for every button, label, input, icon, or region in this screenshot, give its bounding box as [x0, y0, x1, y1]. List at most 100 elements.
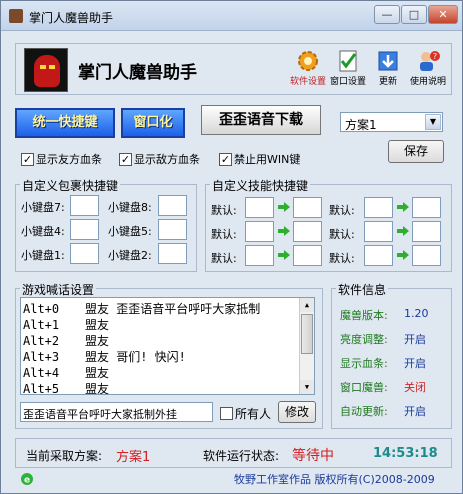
- run-state-value: 等待中: [292, 448, 334, 464]
- show-enemy-hp-label: 显示敌方血条: [134, 153, 200, 166]
- demon-logo-icon: [24, 48, 68, 92]
- shout-message-input[interactable]: 歪歪语音平台呼吁大家抵制外挂: [20, 402, 213, 422]
- skill-custom-input[interactable]: [412, 245, 441, 266]
- software-info-title: 软件信息: [336, 281, 389, 298]
- title-bar[interactable]: 掌门人魔兽助手 — □ ✕: [1, 1, 462, 31]
- info-value: 开启: [404, 357, 426, 370]
- close-button[interactable]: ✕: [428, 5, 458, 24]
- info-label: 窗口魔兽:: [340, 381, 388, 394]
- main-window: 掌门人魔兽助手 — □ ✕ 掌门人魔兽助手 软件设置 窗口设置 更新 ? 使用说…: [0, 0, 463, 494]
- shout-line: Alt+3 盟友 哥们! 快闪!: [23, 350, 186, 364]
- window-settings-button[interactable]: 窗口设置: [328, 48, 368, 94]
- skill-default-label: 默认:: [211, 228, 237, 241]
- copyright-text: 牧野工作室作品 版权所有(C)2008-2009: [234, 473, 435, 486]
- skill-default-input[interactable]: [245, 245, 274, 266]
- windowed-button[interactable]: 窗口化: [121, 108, 185, 138]
- numpad2-label: 小键盘2:: [108, 249, 152, 262]
- skill-hotkeys-title: 自定义技能快捷键: [210, 177, 311, 194]
- current-scheme-value: 方案1: [116, 450, 151, 465]
- checkbox-check-icon[interactable]: ✓: [21, 152, 34, 166]
- shout-messages-textarea[interactable]: Alt+0 盟友 歪歪语音平台呼吁大家抵制 Alt+1 盟友 Alt+2 盟友 Alt…: [20, 297, 315, 395]
- info-value: 开启: [404, 333, 426, 346]
- skill-default-input[interactable]: [364, 197, 393, 218]
- instructions-button[interactable]: ? 使用说明: [408, 48, 448, 94]
- skill-default-input[interactable]: [364, 221, 393, 242]
- numpad7-input[interactable]: [70, 195, 99, 216]
- arrow-right-icon: [278, 202, 290, 212]
- arrow-right-icon: [278, 250, 290, 260]
- checkbox-check-icon[interactable]: ✓: [119, 152, 132, 166]
- info-value: 开启: [404, 405, 426, 418]
- window-title: 掌门人魔兽助手: [29, 11, 114, 25]
- skill-default-input[interactable]: [364, 245, 393, 266]
- info-row-hp-bars: 显示血条: 开启: [340, 355, 426, 371]
- info-label: 魔兽版本:: [340, 309, 388, 322]
- info-label: 自动更新:: [340, 405, 388, 418]
- instructions-label: 使用说明: [409, 77, 446, 87]
- numpad8-input[interactable]: [158, 195, 187, 216]
- skill-default-input[interactable]: [245, 221, 274, 242]
- chevron-down-icon[interactable]: ▼: [425, 114, 441, 130]
- info-value: 1.20: [404, 307, 429, 320]
- skill-default-label: 默认:: [211, 252, 237, 265]
- save-button[interactable]: 保存: [388, 140, 444, 163]
- modify-button[interactable]: 修改: [278, 401, 316, 423]
- checklist-icon: [339, 50, 357, 72]
- svg-text:e: e: [24, 476, 30, 486]
- scroll-down-icon[interactable]: ▼: [300, 380, 314, 394]
- clock: 14:53:18: [373, 446, 438, 461]
- disable-win-key-checkbox[interactable]: ✓ 禁止用WIN键: [219, 151, 300, 167]
- numpad4-input[interactable]: [70, 219, 99, 240]
- skill-custom-input[interactable]: [412, 197, 441, 218]
- gear-icon: [298, 51, 318, 71]
- software-settings-button[interactable]: 软件设置: [288, 48, 328, 94]
- maximize-button[interactable]: □: [401, 5, 427, 24]
- current-scheme-label: 当前采取方案:: [26, 449, 103, 463]
- item-hotkeys-title: 自定义包裹快捷键: [20, 177, 121, 194]
- scroll-thumb[interactable]: [301, 314, 313, 354]
- arrow-right-icon: [397, 202, 409, 212]
- shout-line: Alt+2 盟友: [23, 334, 110, 348]
- show-friendly-hp-checkbox[interactable]: ✓ 显示友方血条: [21, 151, 102, 167]
- numpad2-input[interactable]: [158, 243, 187, 264]
- show-enemy-hp-checkbox[interactable]: ✓ 显示敌方血条: [119, 151, 200, 167]
- shout-line: Alt+5 盟友: [23, 382, 110, 395]
- skill-custom-input[interactable]: [412, 221, 441, 242]
- info-row-brightness: 亮度调整: 开启: [340, 331, 426, 347]
- app-title: 掌门人魔兽助手: [78, 63, 197, 83]
- shout-settings-title: 游戏喊话设置: [20, 281, 97, 298]
- shout-line: Alt+0 盟友 歪歪语音平台呼吁大家抵制: [23, 302, 261, 316]
- svg-text:?: ?: [433, 52, 437, 61]
- info-row-window-mode: 窗口魔兽: 关闭: [340, 379, 426, 395]
- arrow-right-icon: [278, 226, 290, 236]
- skill-custom-input[interactable]: [293, 245, 322, 266]
- vertical-scrollbar[interactable]: ▲ ▼: [299, 298, 314, 394]
- scroll-up-icon[interactable]: ▲: [300, 298, 314, 312]
- shout-line: Alt+4 盟友: [23, 366, 110, 380]
- checkbox-check-icon[interactable]: ✓: [219, 152, 232, 166]
- numpad4-label: 小键盘4:: [21, 225, 65, 238]
- arrow-right-icon: [397, 250, 409, 260]
- minimize-button[interactable]: —: [374, 5, 400, 24]
- skill-custom-input[interactable]: [293, 197, 322, 218]
- unify-hotkey-button[interactable]: 统一快捷键: [15, 108, 115, 138]
- update-button[interactable]: 更新: [368, 48, 408, 94]
- skill-default-label: 默认:: [211, 204, 237, 217]
- skill-custom-input[interactable]: [293, 221, 322, 242]
- checkbox-empty-icon[interactable]: [220, 407, 233, 420]
- skill-default-input[interactable]: [245, 197, 274, 218]
- help-user-icon: ?: [420, 51, 440, 71]
- scheme-select[interactable]: 方案1 ▼: [340, 112, 443, 132]
- all-players-checkbox[interactable]: 所有人: [220, 405, 271, 421]
- all-players-label: 所有人: [235, 407, 272, 421]
- numpad5-input[interactable]: [158, 219, 187, 240]
- voice-download-button[interactable]: 歪歪语音下载: [201, 105, 321, 135]
- download-icon: [378, 51, 398, 71]
- footer: e 牧野工作室作品 版权所有(C)2008-2009: [1, 468, 462, 494]
- numpad1-input[interactable]: [70, 243, 99, 264]
- info-label: 显示血条:: [340, 357, 388, 370]
- skill-default-label: 默认:: [329, 228, 355, 241]
- info-row-version: 魔兽版本: 1.20: [340, 307, 429, 323]
- run-state-label: 软件运行状态:: [203, 449, 280, 463]
- show-friendly-hp-label: 显示友方血条: [36, 153, 102, 166]
